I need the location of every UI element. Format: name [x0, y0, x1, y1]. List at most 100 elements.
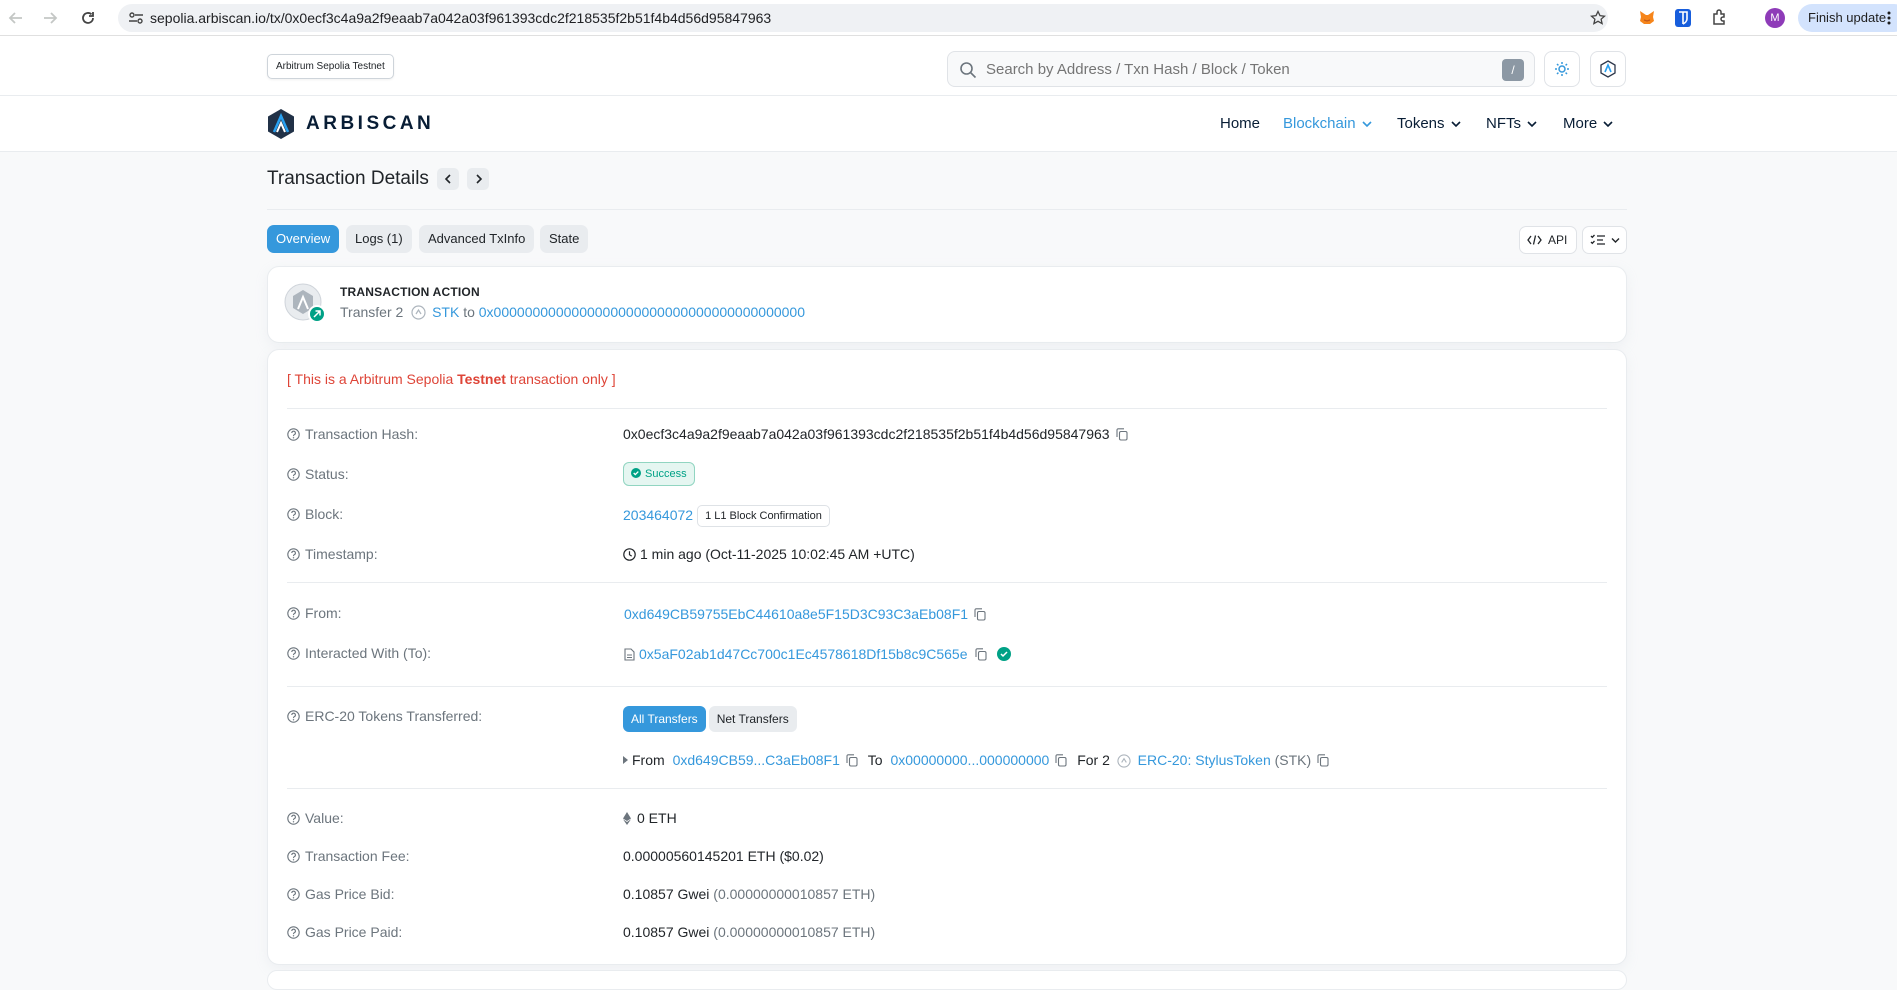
- copy-icon[interactable]: [1116, 428, 1128, 441]
- copy-icon[interactable]: [846, 754, 858, 767]
- copy-icon[interactable]: [1055, 754, 1067, 767]
- bitwarden-extension-icon[interactable]: [1674, 8, 1692, 28]
- ethereum-icon: [623, 812, 631, 825]
- to-value: 0x5aF02ab1d47Cc700c1Ec4578618Df15b8c9C56…: [624, 646, 1012, 662]
- chevron-left-icon: [444, 174, 452, 184]
- theme-toggle-button[interactable]: [1544, 51, 1580, 87]
- site-top-bar: Arbitrum Sepolia Testnet /: [0, 36, 1897, 96]
- action-transfer-text: Transfer 2: [340, 304, 404, 320]
- search-box[interactable]: /: [947, 51, 1535, 87]
- check-circle-icon: [631, 468, 641, 478]
- help-icon[interactable]: [287, 812, 300, 825]
- list-check-icon: [1590, 234, 1606, 246]
- timestamp-text: 1 min ago (Oct-11-2025 10:02:45 AM +UTC): [640, 546, 915, 562]
- transfer-to-word: To: [867, 752, 883, 768]
- help-icon[interactable]: [287, 468, 300, 481]
- gas-paid-label: Gas Price Paid:: [287, 924, 402, 940]
- transfer-from-link[interactable]: 0xd649CB59...C3aEb08F1: [673, 752, 840, 768]
- copy-icon[interactable]: [975, 648, 988, 661]
- action-to-address-link[interactable]: 0x00000000000000000000000000000000000000…: [479, 304, 805, 320]
- metamask-extension-icon[interactable]: [1638, 9, 1656, 27]
- fee-label: Transaction Fee:: [287, 848, 410, 864]
- bookmark-star-icon[interactable]: [1590, 10, 1606, 26]
- back-icon[interactable]: [6, 8, 26, 28]
- copy-icon[interactable]: [1317, 754, 1329, 767]
- more-details-card: [267, 970, 1627, 990]
- help-icon[interactable]: [287, 926, 300, 939]
- tab-state[interactable]: State: [540, 225, 589, 253]
- nav-home-label: Home: [1220, 115, 1261, 132]
- tab-logs[interactable]: Logs (1): [346, 225, 412, 253]
- testnet-notice: [ This is a Arbitrum Sepolia Testnet tra…: [287, 371, 616, 387]
- timestamp-label: Timestamp:: [287, 546, 378, 562]
- nav-tokens[interactable]: Tokens: [1397, 115, 1461, 132]
- network-badge[interactable]: Arbitrum Sepolia Testnet: [267, 54, 394, 79]
- gas-paid-label-text: Gas Price Paid:: [305, 924, 403, 940]
- transfer-to-link[interactable]: 0x00000000...000000000: [890, 752, 1049, 768]
- nav-tokens-label: Tokens: [1397, 115, 1445, 132]
- action-token-link[interactable]: STK: [432, 304, 459, 320]
- help-icon[interactable]: [287, 850, 300, 863]
- help-icon[interactable]: [287, 508, 300, 521]
- site-info-icon[interactable]: [128, 11, 144, 25]
- from-address-link[interactable]: 0xd649CB59755EbC44610a8e5F15D3C93C3aEb08…: [624, 606, 968, 622]
- divider: [287, 408, 1607, 409]
- value-value: 0 ETH: [623, 810, 677, 826]
- help-icon[interactable]: [287, 428, 300, 441]
- verified-check-icon: [997, 647, 1012, 661]
- gas-paid-eth: (0.00000000010857 ETH): [713, 924, 876, 940]
- block-confirmation-badge: 1 L1 Block Confirmation: [697, 505, 830, 527]
- profile-avatar[interactable]: M: [1765, 8, 1785, 28]
- caret-right-icon[interactable]: [623, 756, 628, 764]
- nav-more[interactable]: More: [1563, 115, 1613, 132]
- api-button[interactable]: API: [1519, 226, 1577, 254]
- arbiscan-logo-icon[interactable]: [266, 108, 296, 140]
- help-icon[interactable]: [287, 548, 300, 561]
- to-label-text: Interacted With (To):: [305, 645, 432, 661]
- testnet-notice-bold: Testnet: [457, 371, 506, 387]
- erc20-label-text: ERC-20 Tokens Transferred:: [305, 708, 483, 724]
- help-icon[interactable]: [287, 710, 300, 723]
- nav-home[interactable]: Home: [1220, 115, 1260, 132]
- help-icon[interactable]: [287, 647, 300, 660]
- divider: [287, 686, 1607, 687]
- site-logo-text[interactable]: ARBISCAN: [306, 113, 434, 135]
- reload-icon[interactable]: [78, 8, 98, 28]
- view-options-button[interactable]: [1582, 226, 1627, 254]
- next-tx-button[interactable]: [467, 168, 489, 190]
- to-address-link[interactable]: 0x5aF02ab1d47Cc700c1Ec4578618Df15b8c9C56…: [639, 646, 967, 662]
- chevron-down-icon: [1611, 237, 1620, 244]
- all-transfers-button[interactable]: All Transfers: [623, 706, 706, 732]
- arbitrum-network-button[interactable]: [1590, 51, 1626, 87]
- tab-overview[interactable]: Overview: [267, 225, 340, 253]
- forward-icon[interactable]: [40, 8, 60, 28]
- transfer-token-link[interactable]: ERC-20: StylusToken: [1138, 752, 1271, 768]
- tab-advanced-txinfo[interactable]: Advanced TxInfo: [419, 225, 535, 253]
- prev-tx-button[interactable]: [437, 168, 459, 190]
- nav-nfts-label: NFTs: [1486, 115, 1521, 132]
- clock-icon: [623, 548, 636, 561]
- nav-blockchain[interactable]: Blockchain: [1283, 115, 1372, 132]
- help-icon[interactable]: [287, 888, 300, 901]
- to-label: Interacted With (To):: [287, 645, 431, 661]
- url-text[interactable]: sepolia.arbiscan.io/tx/0x0ecf3c4a9a2f9ea…: [150, 10, 771, 26]
- code-icon: [1527, 235, 1542, 245]
- page-title: Transaction Details: [267, 168, 429, 189]
- block-number-link[interactable]: 203464072: [623, 507, 693, 523]
- divider: [287, 788, 1607, 789]
- timestamp-value: 1 min ago (Oct-11-2025 10:02:45 AM +UTC): [623, 546, 915, 562]
- finish-update-button[interactable]: Finish update: [1798, 4, 1897, 32]
- help-icon[interactable]: [287, 607, 300, 620]
- search-input[interactable]: [986, 52, 1486, 86]
- chevron-down-icon: [1450, 120, 1461, 128]
- copy-icon[interactable]: [974, 608, 986, 621]
- nav-nfts[interactable]: NFTs: [1486, 115, 1537, 132]
- extensions-puzzle-icon[interactable]: [1711, 8, 1729, 26]
- value-text: 0 ETH: [637, 810, 677, 826]
- status-value: Success: [623, 462, 695, 486]
- net-transfers-button[interactable]: Net Transfers: [708, 706, 797, 732]
- transaction-action-card: TRANSACTION ACTION Transfer 2 STK to 0x0…: [267, 266, 1627, 343]
- block-label: Block:: [287, 506, 343, 522]
- hash-label-text: Transaction Hash:: [305, 426, 419, 442]
- token-icon: [411, 305, 426, 320]
